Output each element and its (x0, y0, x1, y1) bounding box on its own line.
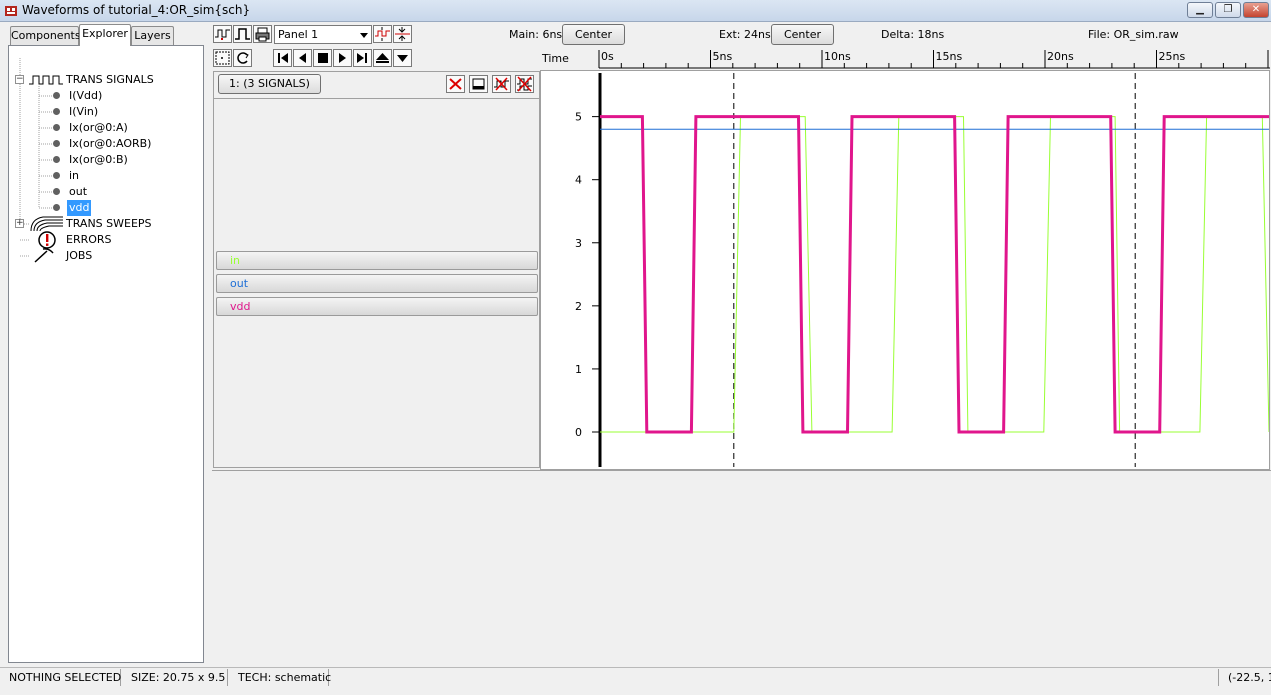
explorer-tree: − TRANS SIGNALS I(Vdd) I(Vin) Ix(or@0:A)… (8, 45, 204, 663)
tree-signal-vdd[interactable]: vdd (67, 200, 92, 216)
tab-explorer[interactable]: Explorer (79, 24, 131, 46)
time-axis-label: Time (541, 52, 569, 65)
signal-dot-icon (53, 188, 60, 195)
tab-components[interactable]: Components (10, 26, 81, 46)
close-button[interactable]: ✕ (1243, 2, 1269, 18)
stop-icon[interactable] (313, 49, 332, 67)
time-tick-label: 5ns (713, 50, 733, 63)
y-tick-label: 3 (575, 237, 582, 250)
fast-forward-icon[interactable] (353, 49, 372, 67)
signal-dot-icon (53, 204, 60, 211)
select-area-icon[interactable] (213, 49, 232, 67)
sweeps-icon (30, 216, 63, 231)
expand-trans-sweeps-icon[interactable]: + (15, 219, 24, 228)
signal-dot-icon (53, 172, 60, 179)
grow-panel-icon[interactable] (373, 25, 392, 43)
tree-jobs[interactable]: JOBS (66, 248, 92, 264)
signal-bar-label: out (230, 277, 249, 290)
waveform-icon (29, 75, 63, 85)
tree-signal-ix-aorb[interactable]: Ix(or@0:AORB) (69, 136, 151, 152)
panel-select[interactable]: Panel 1 (274, 25, 372, 44)
status-size: SIZE: 20.75 x 9.5 (122, 669, 228, 686)
time-tick-label: 0s (601, 50, 614, 63)
tree-signal-i-vdd[interactable]: I(Vdd) (69, 88, 102, 104)
title-bar: Waveforms of tutorial_4:OR_sim{sch} ▁ ❐ … (0, 0, 1271, 22)
shrink-panel-icon[interactable] (393, 25, 412, 43)
time-tick-label: 20ns (1047, 50, 1074, 63)
tab-layers[interactable]: Layers (131, 26, 174, 46)
series-line-vdd (600, 115, 1269, 434)
y-tick-label: 4 (575, 174, 582, 187)
waveform-window: Panel 1 Main: 6ns Center Ext: 24ns Cente… (212, 22, 1271, 664)
rewind-icon[interactable] (273, 49, 292, 67)
empty-workspace (212, 470, 1271, 663)
digital-pulse-icon[interactable] (233, 25, 252, 43)
center-ext-button[interactable]: Center (771, 24, 834, 45)
time-tick-label: 15ns (936, 50, 963, 63)
collapse-trans-signals-icon[interactable]: − (15, 75, 24, 84)
signal-bar-vdd[interactable]: vdd (216, 297, 538, 316)
chevron-down-icon (360, 33, 368, 38)
waveform-plot[interactable]: 0 1 2 3 4 5 (540, 49, 1270, 470)
minimize-panel-icon[interactable] (469, 75, 488, 93)
waveform-chart: 0 1 2 3 4 5 (575, 49, 1270, 467)
signal-bar-out[interactable]: out (216, 274, 538, 293)
eject-icon[interactable] (373, 49, 392, 67)
delta-label: Delta: 18ns (881, 28, 945, 41)
file-label: File: OR_sim.raw (1088, 28, 1179, 41)
waveform-view-icon[interactable] (213, 25, 232, 43)
time-tick-label: 10ns (824, 50, 851, 63)
refresh-icon[interactable] (233, 49, 252, 67)
play-forward-icon[interactable] (333, 49, 352, 67)
signal-dot-icon (53, 124, 60, 131)
explorer-panel: Components Explorer Layers − TRANS SIGNA… (0, 22, 210, 664)
tree-signal-out[interactable]: out (69, 184, 87, 200)
time-axis: Time 0s 5ns 10ns 15ns 20ns 25ns (541, 50, 1270, 69)
signal-bar-in[interactable]: in (216, 251, 538, 270)
y-tick-label: 0 (575, 426, 582, 439)
minimize-button[interactable]: ▁ (1187, 2, 1213, 18)
center-main-button[interactable]: Center (562, 24, 625, 45)
signal-dot-icon (53, 156, 60, 163)
window-title: Waveforms of tutorial_4:OR_sim{sch} (22, 3, 251, 17)
signal-bar-label: in (230, 254, 241, 267)
panel-header-divider (214, 98, 539, 99)
print-icon[interactable] (253, 25, 272, 43)
signal-dot-icon (53, 92, 60, 99)
status-selection: NOTHING SELECTED (0, 669, 121, 686)
remove-all-signals-icon[interactable] (515, 75, 534, 93)
signal-dot-icon (53, 140, 60, 147)
maximize-button[interactable]: ❐ (1215, 2, 1241, 18)
y-tick-label: 5 (575, 111, 582, 124)
main-cursor-label: Main: 6ns (509, 28, 563, 41)
tree-signal-ix-a[interactable]: Ix(or@0:A) (69, 120, 128, 136)
signal-bar-label: vdd (230, 300, 251, 313)
status-tech: TECH: schematic (229, 669, 331, 686)
signal-dot-icon (53, 108, 60, 115)
play-backward-icon[interactable] (293, 49, 312, 67)
status-coordinates: (-22.5, 1) (1218, 669, 1271, 686)
tree-signal-in[interactable]: in (69, 168, 79, 184)
tree-signal-ix-b[interactable]: Ix(or@0:B) (69, 152, 128, 168)
jobs-icon (34, 248, 54, 263)
app-icon (5, 6, 17, 16)
step-down-icon[interactable] (393, 49, 412, 67)
panel-signals-button[interactable]: 1: (3 SIGNALS) (218, 74, 321, 94)
tree-signal-i-vin[interactable]: I(Vin) (69, 104, 98, 120)
tree-errors[interactable]: ERRORS (66, 232, 112, 248)
y-tick-label: 2 (575, 300, 582, 313)
panel-select-value: Panel 1 (278, 28, 319, 41)
status-bar: NOTHING SELECTED SIZE: 20.75 x 9.5 TECH:… (0, 667, 1271, 695)
ext-cursor-label: Ext: 24ns (719, 28, 771, 41)
y-tick-label: 1 (575, 363, 582, 376)
remove-signal-icon[interactable] (492, 75, 511, 93)
tree-trans-sweeps[interactable]: TRANS SWEEPS (66, 216, 152, 232)
close-panel-icon[interactable] (446, 75, 465, 93)
signals-panel: 1: (3 SIGNALS) in out vdd (213, 71, 540, 468)
time-tick-label: 25ns (1159, 50, 1186, 63)
tree-trans-signals[interactable]: TRANS SIGNALS (66, 72, 154, 88)
series-line-in (600, 116, 1270, 433)
